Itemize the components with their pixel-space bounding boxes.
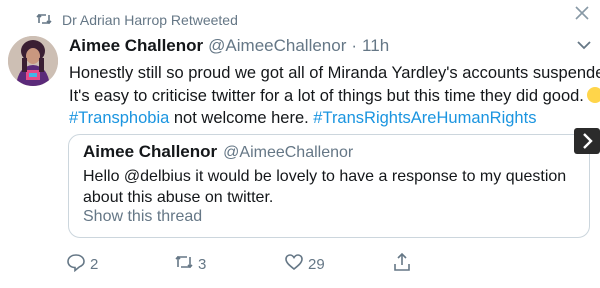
close-icon[interactable]	[573, 4, 591, 22]
clapping-hands-emoji	[586, 86, 600, 103]
tweet-author-row: Aimee Challenor @AimeeChallenor · 11h	[69, 36, 389, 60]
reply-count: 2	[90, 255, 99, 273]
retweet-icon	[174, 252, 194, 276]
quoted-author-handle: @AimeeChallenor	[223, 144, 354, 161]
reply-button[interactable]: 2	[66, 252, 98, 276]
tweet-text-line-2-text: It's easy to criticise twitter for a lot…	[69, 86, 584, 105]
retweet-icon	[36, 12, 52, 29]
quoted-tweet-card[interactable]: Aimee Challenor @AimeeChallenor Hello @d…	[68, 134, 590, 238]
retweet-notice: Dr Adrian Harrop Retweeted	[36, 10, 238, 30]
share-icon	[392, 252, 412, 276]
quoted-text-line-1: Hello @delbius it would be lovely to hav…	[83, 168, 567, 185]
like-count: 29	[308, 255, 325, 273]
tweet-body: Honestly still so proud we got all of Mi…	[69, 62, 600, 130]
tweet-actions-bar: 2 3 29	[66, 252, 426, 274]
author-handle[interactable]: @AimeeChallenor	[208, 36, 346, 56]
like-icon	[284, 252, 304, 276]
tweet-text-line-3: #Transphobia not welcome here. #TransRig…	[69, 107, 594, 130]
show-thread-link[interactable]: Show this thread	[83, 208, 202, 226]
tweet-text-mid: not welcome here.	[169, 109, 314, 127]
avatar[interactable]	[8, 36, 58, 86]
next-arrow-icon[interactable]	[574, 128, 600, 154]
quoted-author-name: Aimee Challenor	[83, 142, 218, 161]
tweet-text-line-2: It's easy to criticise twitter for a lot…	[69, 85, 600, 108]
quoted-tweet-text: Hello @delbius it would be lovely to hav…	[83, 166, 573, 208]
retweet-notice-text[interactable]: Dr Adrian Harrop Retweeted	[62, 12, 238, 28]
quoted-text-line-2: about this abuse on twitter.	[83, 189, 274, 206]
hashtag-transphobia[interactable]: #Transphobia	[69, 109, 169, 127]
quoted-tweet-author-row: Aimee Challenor @AimeeChallenor	[83, 142, 353, 162]
author-name[interactable]: Aimee Challenor	[69, 36, 203, 56]
share-button[interactable]	[392, 252, 412, 276]
hashtag-transrights[interactable]: #TransRightsAreHumanRights	[313, 109, 536, 127]
retweet-button[interactable]: 3	[174, 252, 206, 276]
separator-dot: ·	[351, 36, 358, 55]
tweet-timestamp[interactable]: 11h	[362, 36, 389, 56]
retweet-count: 3	[198, 255, 207, 273]
chevron-down-icon[interactable]	[576, 38, 592, 50]
tweet-text-line-1: Honestly still so proud we got all of Mi…	[69, 64, 600, 82]
like-button[interactable]: 29	[284, 252, 325, 276]
reply-icon	[66, 252, 86, 276]
